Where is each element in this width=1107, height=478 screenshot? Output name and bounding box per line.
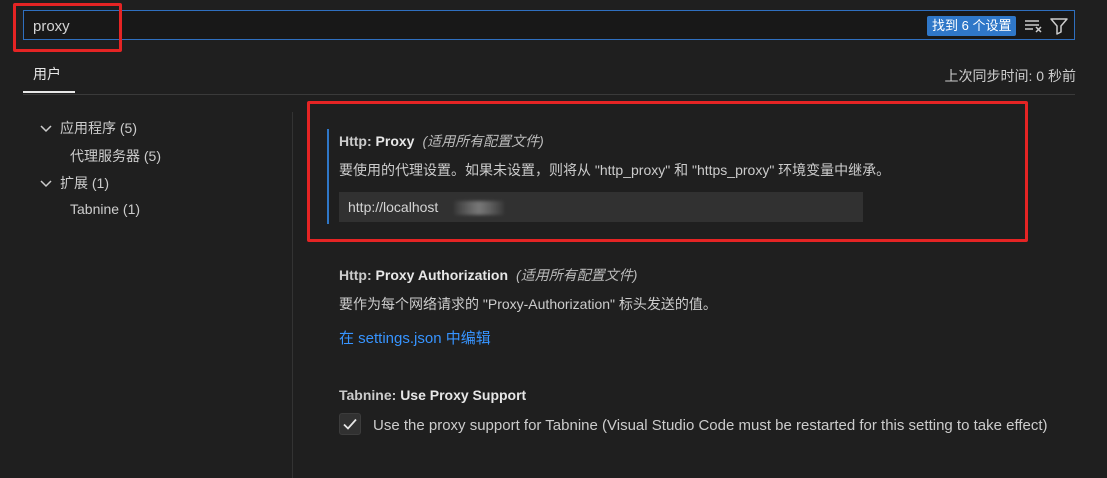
setting-title-tabnine-proxy: Tabnine: Use Proxy Support: [339, 387, 526, 403]
setting-category: Tabnine:: [339, 387, 401, 403]
toc-item-label: Tabnine (1): [70, 201, 141, 217]
setting-description-proxy-authorization: 要作为每个网络请求的 "Proxy-Authorization" 标头发送的值。: [339, 296, 717, 312]
toc-item-application[interactable]: 应用程序 (5): [40, 118, 137, 138]
toc-item-tabnine[interactable]: Tabnine (1): [70, 201, 140, 217]
setting-category: Http:: [339, 267, 376, 283]
setting-scope: (适用所有配置文件): [516, 267, 638, 283]
focused-setting-indicator: [327, 129, 329, 224]
toc-item-label: 应用程序 (5): [60, 120, 137, 136]
clear-filter-icon[interactable]: [1024, 17, 1044, 35]
filter-icon[interactable]: [1049, 16, 1069, 36]
chevron-down-icon: [40, 125, 52, 133]
setting-key: Proxy Authorization: [375, 267, 509, 283]
redacted-port-blur: [454, 201, 504, 215]
setting-key: Use Proxy Support: [400, 387, 527, 403]
tab-user[interactable]: 用户: [33, 64, 61, 84]
toc-item-label: 代理服务器 (5): [70, 148, 161, 164]
http-proxy-input[interactable]: [339, 192, 863, 222]
setting-description-http-proxy: 要使用的代理设置。如果未设置，则将从 "http_proxy" 和 "https…: [339, 162, 891, 178]
toc-item-proxy-server[interactable]: 代理服务器 (5): [70, 146, 161, 166]
toc-divider: [292, 112, 293, 478]
chevron-down-icon: [40, 180, 52, 188]
search-result-count-badge: 找到 6 个设置: [927, 16, 1017, 36]
checkmark-icon: [343, 418, 357, 430]
setting-category: Http:: [339, 133, 376, 149]
setting-title-proxy-authorization: Http: Proxy Authorization (适用所有配置文件): [339, 265, 637, 285]
edit-in-settings-json-link[interactable]: 在 settings.json 中编辑: [339, 327, 491, 348]
tab-bar-divider: [23, 94, 1075, 95]
settings-search-box[interactable]: 找到 6 个设置: [23, 10, 1075, 40]
sync-status: 上次同步时间: 0 秒前: [944, 68, 1076, 84]
setting-title-http-proxy: Http: Proxy (适用所有配置文件): [339, 131, 544, 151]
toc-item-extensions[interactable]: 扩展 (1): [40, 173, 109, 193]
active-tab-indicator: [23, 91, 75, 93]
tabnine-proxy-checkbox[interactable]: [339, 413, 361, 435]
checkbox-label: Use the proxy support for Tabnine (Visua…: [373, 417, 1048, 434]
setting-key: Proxy: [375, 133, 415, 149]
search-input[interactable]: [33, 16, 913, 36]
setting-scope: (适用所有配置文件): [422, 133, 544, 149]
toc-item-label: 扩展 (1): [60, 175, 109, 191]
annotation-search-highlight: [13, 3, 122, 52]
